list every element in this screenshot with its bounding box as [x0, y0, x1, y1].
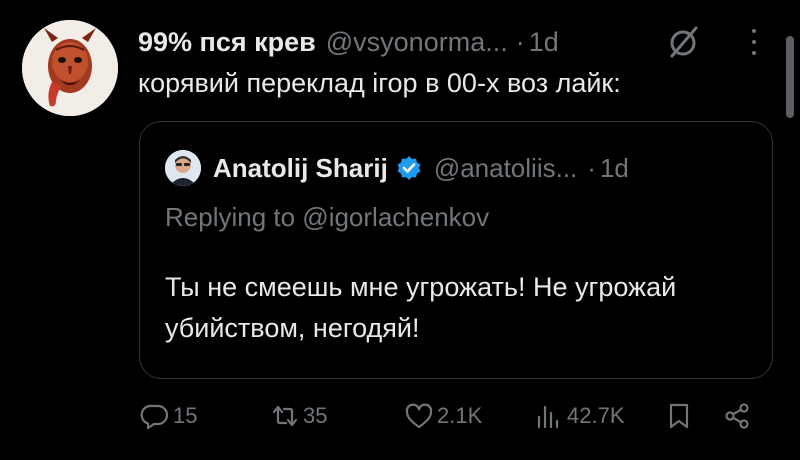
author-name[interactable]: 99% пся крев [138, 27, 316, 58]
reply-count: 15 [173, 403, 198, 428]
quoted-tweet-time[interactable]: 1d [600, 153, 629, 184]
reply-button[interactable]: 15 [140, 396, 197, 436]
repost-arrows-icon [272, 405, 298, 427]
devil-mask-avatar-icon [22, 20, 118, 116]
more-dot [752, 51, 756, 55]
separator-dot: · [515, 26, 525, 57]
more-options-button[interactable] [744, 26, 764, 58]
more-dot [752, 40, 756, 44]
views-count: 42.7K [567, 403, 625, 428]
bookmark-button[interactable] [664, 396, 694, 436]
scrollbar-thumb[interactable] [786, 36, 794, 118]
tweet-text: корявий переклад ігор в 00-х воз лайк: [138, 68, 621, 98]
repost-button[interactable]: 35 [270, 396, 327, 436]
repost-count: 35 [303, 403, 328, 428]
heart-icon [405, 403, 433, 429]
like-count: 2.1K [437, 403, 483, 428]
grok-slash-icon [670, 26, 698, 58]
quoted-author-handle[interactable]: @anatoliis... [434, 153, 577, 184]
quoted-tweet-header: Anatolij Sharij @anatoliis... · 1d [165, 149, 629, 187]
share-icon [725, 403, 749, 429]
verified-badge-icon [397, 156, 421, 180]
grok-button[interactable] [666, 24, 702, 60]
more-dot [752, 29, 756, 33]
quoted-author-name[interactable]: Anatolij Sharij [213, 153, 388, 184]
replying-to-label: Replying to @igorlachenkov [165, 202, 490, 232]
author-handle[interactable]: @vsyonorma... [326, 27, 508, 58]
author-avatar[interactable] [22, 20, 118, 116]
views-bars-icon [537, 405, 559, 429]
share-button[interactable] [722, 396, 752, 436]
person-avatar-icon [165, 150, 201, 186]
tweet-time[interactable]: 1d [529, 27, 559, 58]
tweet-header: 99% пся крев @vsyonorma... · 1d [138, 24, 559, 60]
bookmark-icon [669, 403, 689, 429]
reply-bubble-icon [140, 404, 169, 430]
like-button[interactable]: 2.1K [404, 396, 482, 436]
quoted-tweet[interactable]: Anatolij Sharij @anatoliis... · 1d Reply… [139, 121, 773, 379]
views-button[interactable]: 42.7K [534, 396, 625, 436]
tweet-actions: 15 35 2.1K 42.7K [0, 396, 800, 436]
quoted-author-avatar[interactable] [165, 150, 201, 186]
separator-dot: · [587, 152, 596, 183]
quoted-tweet-text: Ты не смеешь мне угрожать! Не угрожай уб… [165, 272, 677, 343]
